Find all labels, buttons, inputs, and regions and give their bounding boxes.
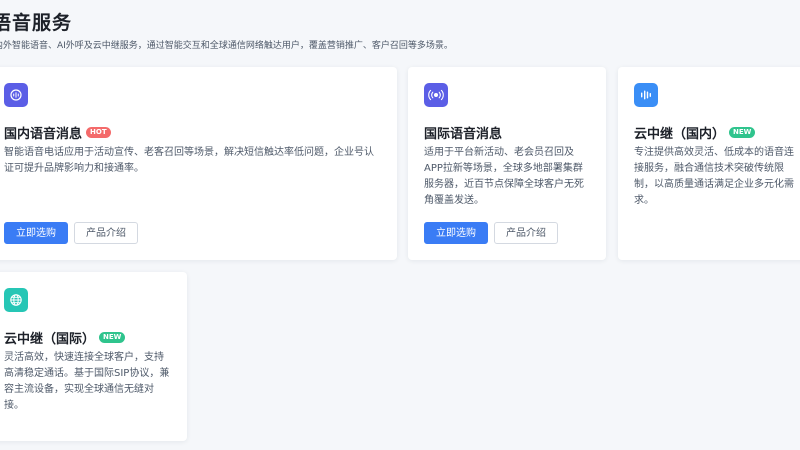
card-description: 智能语音电话应用于活动宣传、老客召回等场景，解决短信触达率低问题，企业号认 证可…: [4, 145, 394, 177]
sound-wave-icon: [634, 83, 658, 107]
product-intro-button[interactable]: 产品介绍: [494, 222, 558, 244]
card-title-row: 国内语音消息 HOT: [4, 123, 111, 142]
card-title: 国内语音消息: [4, 127, 83, 142]
card-title: 云中继（国际）: [4, 332, 96, 347]
card-title-row: 国际语音消息: [424, 123, 502, 142]
card-description-line: 容主流设备，实现全球通信无缝对: [4, 384, 154, 395]
globe-icon: [4, 288, 28, 312]
card-title: 云中继（国内）: [634, 127, 726, 142]
product-intro-button[interactable]: 产品介绍: [74, 222, 138, 244]
card-description: 灵活高效，快速连接全球客户，支持 高清稳定通话。基于国际SIP协议，兼 容主流设…: [4, 350, 186, 414]
card-description-line: APP拉新等场景，全球多地部署集群: [424, 163, 583, 174]
voice-services-page: 语音服务 内外智能语音、AI外呼及云中继服务，通过智能交互和全球通信网络触达用户…: [0, 0, 800, 450]
card-description-line: 高清稳定通话。基于国际SIP协议，兼: [4, 368, 170, 379]
card-description: 专注提供高效灵活、低成本的语音连 接服务，融合通信技术突破传统限 制，以高质量通…: [634, 145, 800, 209]
card-description-line: 灵活高效，快速连接全球客户，支持: [4, 352, 164, 363]
broadcast-icon: [424, 83, 448, 107]
card-description-line: 智能语音电话应用于活动宣传、老客召回等场景，解决短信触达率低问题，企业号认: [4, 147, 374, 158]
card-title: 国际语音消息: [424, 127, 503, 142]
new-badge: NEW: [99, 332, 126, 343]
page-title: 语音服务: [0, 12, 73, 34]
card-description-line: 服务器，近百节点保障全球客户无死: [424, 179, 584, 190]
card-cloud-relay-international[interactable]: 云中继（国际） NEW 灵活高效，快速连接全球客户，支持 高清稳定通话。基于国际…: [0, 272, 187, 441]
card-description-line: 接服务，融合通信技术突破传统限: [634, 163, 784, 174]
card-title-row: 云中继（国际） NEW: [4, 328, 126, 347]
card-title-row: 云中继（国内） NEW: [634, 123, 756, 142]
card-domestic-voice-message[interactable]: 国内语音消息 HOT 智能语音电话应用于活动宣传、老客召回等场景，解决短信触达率…: [0, 67, 397, 260]
page-subtitle: 内外智能语音、AI外呼及云中继服务，通过智能交互和全球通信网络触达用户，覆盖营销…: [0, 41, 453, 51]
card-description-line: 求。: [634, 195, 654, 206]
card-description-line: 专注提供高效灵活、低成本的语音连: [634, 147, 794, 158]
voice-message-icon: [4, 83, 28, 107]
card-international-voice-message[interactable]: 国际语音消息 适用于平台新活动、老会员召回及 APP拉新等场景，全球多地部署集群…: [408, 67, 606, 260]
card-description-line: 适用于平台新活动、老会员召回及: [424, 147, 574, 158]
card-description: 适用于平台新活动、老会员召回及 APP拉新等场景，全球多地部署集群 服务器，近百…: [424, 145, 604, 209]
card-description-line: 角覆盖发送。: [424, 195, 484, 206]
buy-now-button[interactable]: 立即选购: [424, 222, 488, 244]
card-description-line: 制，以高质量通话满足企业多元化需: [634, 179, 794, 190]
card-description-line: 接。: [4, 400, 24, 411]
card-description-line: 证可提升品牌影响力和接通率。: [4, 163, 144, 174]
buy-now-button[interactable]: 立即选购: [4, 222, 68, 244]
new-badge: NEW: [729, 127, 756, 138]
hot-badge: HOT: [86, 127, 111, 138]
card-cloud-relay-domestic[interactable]: 云中继（国内） NEW 专注提供高效灵活、低成本的语音连 接服务，融合通信技术突…: [618, 67, 800, 260]
